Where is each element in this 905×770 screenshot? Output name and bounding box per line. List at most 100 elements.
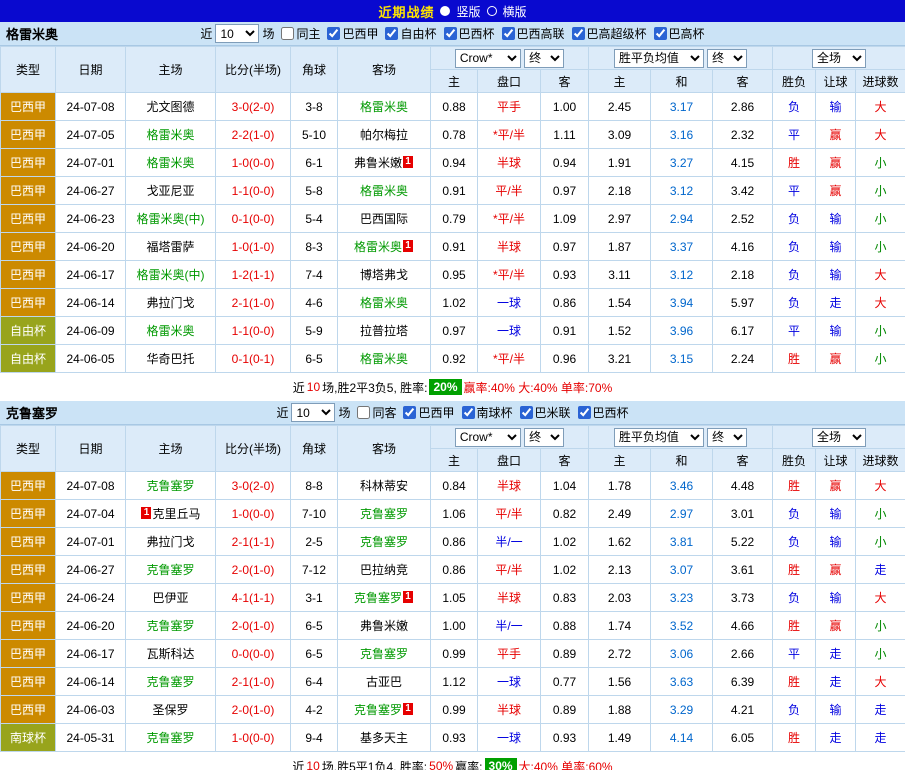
home-team-cell[interactable]: 格雷米奥(中) [126,205,216,233]
final-euro-select[interactable]: 终 [707,49,747,68]
fulltime-select[interactable]: 全场 [812,49,866,68]
team-link[interactable]: 巴伊亚 [152,591,188,605]
team-link[interactable]: 格雷米奥(中) [137,212,205,226]
league-checkbox[interactable] [654,27,667,40]
team-link[interactable]: 格雷米奥 [354,240,402,254]
team-link[interactable]: 弗拉门戈 [146,535,194,549]
away-team-cell[interactable]: 克鲁塞罗1 [338,584,431,612]
team-link[interactable]: 弗拉门戈 [146,296,194,310]
team-link[interactable]: 克鲁塞罗 [360,507,408,521]
team-link[interactable]: 弗鲁米嫩 [354,156,402,170]
same-venue-filter[interactable]: 同客 [353,404,396,421]
league-checkbox[interactable] [403,406,416,419]
team-link[interactable]: 克鲁塞罗 [354,703,402,717]
league-checkbox[interactable] [502,27,515,40]
league-filter[interactable]: 巴高超级杯 [568,25,647,42]
league-checkbox[interactable] [520,406,533,419]
away-team-cell[interactable]: 格雷米奥 [338,177,431,205]
final-euro-select[interactable]: 终 [707,428,747,447]
horizontal-layout-radio[interactable] [487,6,497,16]
home-team-cell[interactable]: 华奇巴托 [126,345,216,373]
team-link[interactable]: 拉普拉塔 [360,324,408,338]
avg-odds-select[interactable]: 胜平负均值 [614,49,704,68]
away-team-cell[interactable]: 克鲁塞罗1 [338,696,431,724]
team-link[interactable]: 戈亚尼亚 [146,184,194,198]
league-checkbox[interactable] [385,27,398,40]
league-filter[interactable]: 巴西甲 [323,25,378,42]
team-link[interactable]: 克鲁塞罗 [360,647,408,661]
team-link[interactable]: 格雷米奥 [146,128,194,142]
home-team-cell[interactable]: 克鲁塞罗 [126,724,216,752]
league-checkbox[interactable] [462,406,475,419]
away-team-cell[interactable]: 克鲁塞罗 [338,640,431,668]
home-team-cell[interactable]: 格雷米奥 [126,317,216,345]
final-odds-select[interactable]: 终 [524,49,564,68]
team-link[interactable]: 克鲁塞罗 [360,535,408,549]
home-team-cell[interactable]: 克鲁塞罗 [126,668,216,696]
bookmaker-select[interactable]: Crow* [455,428,521,447]
team-link[interactable]: 格雷米奥 [360,100,408,114]
away-team-cell[interactable]: 格雷米奥 [338,289,431,317]
away-team-cell[interactable]: 巴西国际 [338,205,431,233]
team-link[interactable]: 圣保罗 [152,703,188,717]
away-team-cell[interactable]: 克鲁塞罗 [338,500,431,528]
home-team-cell[interactable]: 尤文图德 [126,93,216,121]
home-team-cell[interactable]: 克鲁塞罗 [126,472,216,500]
away-team-cell[interactable]: 古亚巴 [338,668,431,696]
team-link[interactable]: 克鲁塞罗 [146,563,194,577]
league-checkbox[interactable] [578,406,591,419]
team-link[interactable]: 克鲁塞罗 [146,479,194,493]
league-filter[interactable]: 自由杯 [381,25,436,42]
team-link[interactable]: 克鲁塞罗 [146,731,194,745]
away-team-cell[interactable]: 巴拉纳竞 [338,556,431,584]
team-link[interactable]: 格雷米奥 [146,324,194,338]
same-venue-checkbox[interactable] [281,27,294,40]
team-link[interactable]: 克鲁塞罗 [146,675,194,689]
league-filter[interactable]: 巴西杯 [440,25,495,42]
same-venue-filter[interactable]: 同主 [277,25,320,42]
match-count-select[interactable]: 10 [215,24,259,43]
team-link[interactable]: 博塔弗戈 [360,268,408,282]
league-checkbox[interactable] [327,27,340,40]
home-team-cell[interactable]: 圣保罗 [126,696,216,724]
home-team-cell[interactable]: 瓦斯科达 [126,640,216,668]
team-link[interactable]: 格雷米奥 [360,184,408,198]
league-checkbox[interactable] [444,27,457,40]
away-team-cell[interactable]: 拉普拉塔 [338,317,431,345]
team-link[interactable]: 瓦斯科达 [146,647,194,661]
home-team-cell[interactable]: 巴伊亚 [126,584,216,612]
away-team-cell[interactable]: 格雷米奥 [338,345,431,373]
league-checkbox[interactable] [572,27,585,40]
league-filter[interactable]: 巴米联 [516,404,571,421]
home-team-cell[interactable]: 弗拉门戈 [126,289,216,317]
home-team-cell[interactable]: 克鲁塞罗 [126,556,216,584]
home-team-cell[interactable]: 福塔雷萨 [126,233,216,261]
away-team-cell[interactable]: 帕尔梅拉 [338,121,431,149]
team-link[interactable]: 克鲁塞罗 [354,591,402,605]
league-filter[interactable]: 巴西高联 [498,25,565,42]
match-count-select[interactable]: 10 [291,403,335,422]
away-team-cell[interactable]: 基多天主 [338,724,431,752]
home-team-cell[interactable]: 格雷米奥 [126,121,216,149]
away-team-cell[interactable]: 弗鲁米嫩 [338,612,431,640]
league-filter[interactable]: 巴西杯 [574,404,629,421]
team-link[interactable]: 古亚巴 [366,675,402,689]
team-link[interactable]: 华奇巴托 [146,352,194,366]
team-link[interactable]: 克鲁塞罗 [146,619,194,633]
bookmaker-select[interactable]: Crow* [455,49,521,68]
away-team-cell[interactable]: 弗鲁米嫩1 [338,149,431,177]
final-odds-select[interactable]: 终 [524,428,564,447]
team-link[interactable]: 巴拉纳竞 [360,563,408,577]
league-filter[interactable]: 南球杯 [458,404,513,421]
league-filter[interactable]: 巴西甲 [399,404,454,421]
away-team-cell[interactable]: 格雷米奥1 [338,233,431,261]
fulltime-select[interactable]: 全场 [812,428,866,447]
home-team-cell[interactable]: 戈亚尼亚 [126,177,216,205]
team-link[interactable]: 帕尔梅拉 [360,128,408,142]
away-team-cell[interactable]: 格雷米奥 [338,93,431,121]
team-link[interactable]: 格雷米奥(中) [137,268,205,282]
team-link[interactable]: 克里丘马 [152,507,200,521]
team-link[interactable]: 巴西国际 [360,212,408,226]
team-link[interactable]: 格雷米奥 [146,156,194,170]
home-team-cell[interactable]: 弗拉门戈 [126,528,216,556]
